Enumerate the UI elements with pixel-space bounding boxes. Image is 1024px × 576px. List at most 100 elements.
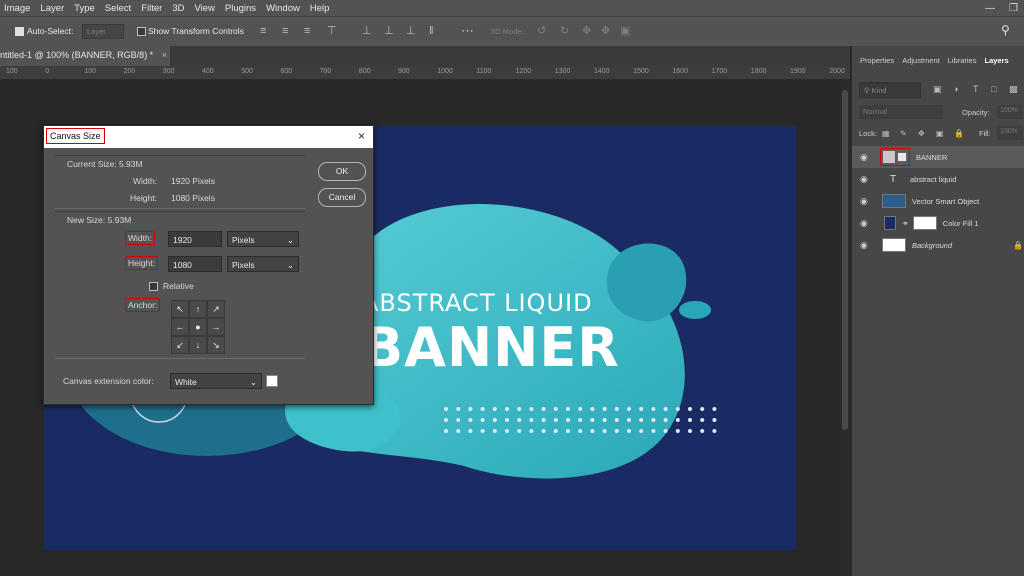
- pattern-dot: [614, 418, 619, 422]
- anchor-top-left-icon[interactable]: ↖: [171, 300, 189, 318]
- current-width-value: 1920 Pixels: [171, 176, 215, 186]
- distribute-bottom-icon[interactable]: ⊥: [406, 26, 416, 37]
- lock-artboard-icon[interactable]: ▣: [936, 128, 944, 139]
- anchor-top-icon[interactable]: ↑: [189, 300, 207, 318]
- document-tab-close-icon[interactable]: ×: [162, 50, 167, 60]
- pan-3d-icon[interactable]: ✥: [582, 26, 591, 37]
- menu-window[interactable]: Window: [266, 3, 300, 14]
- auto-select-checkbox[interactable]: [15, 27, 24, 36]
- cancel-button[interactable]: Cancel: [318, 188, 366, 207]
- filter-pixel-icon[interactable]: ▣: [933, 84, 942, 95]
- pattern-dot: [480, 407, 485, 411]
- align-center-icon[interactable]: ≡: [282, 26, 288, 37]
- menu-view[interactable]: View: [194, 3, 214, 14]
- menu-3d[interactable]: 3D: [172, 3, 184, 14]
- fill-input[interactable]: 100%: [997, 126, 1023, 140]
- height-unit-dropdown[interactable]: Pixels ⌄: [227, 256, 299, 272]
- visibility-eye-icon[interactable]: ◉: [860, 196, 874, 207]
- menu-image[interactable]: Image: [4, 3, 30, 14]
- scrollbar-thumb[interactable]: [842, 90, 848, 430]
- slide-3d-icon[interactable]: ✥: [601, 26, 610, 37]
- pattern-dot: [505, 429, 509, 433]
- distribute-horizontal-icon[interactable]: ‖: [429, 26, 434, 37]
- layer-kind-filter[interactable]: ⚲ Kind: [859, 82, 921, 98]
- width-unit-dropdown[interactable]: Pixels ⌄: [227, 231, 299, 247]
- tab-libraries[interactable]: Libraries: [948, 56, 977, 72]
- anchor-right-icon[interactable]: →: [207, 318, 225, 336]
- width-input[interactable]: 1920: [168, 231, 222, 247]
- filter-type-icon[interactable]: T: [973, 84, 979, 95]
- visibility-eye-icon[interactable]: ◉: [860, 218, 874, 229]
- layer-row-abstract-liquid[interactable]: ◉ T abstract liquid: [852, 168, 1024, 190]
- anchor-center-icon[interactable]: ●: [189, 318, 207, 336]
- tab-layers[interactable]: Layers: [984, 56, 1008, 72]
- pattern-dot: [444, 429, 448, 433]
- extension-color-dropdown[interactable]: White ⌄: [170, 373, 262, 389]
- extension-color-label: Canvas extension color:: [63, 376, 154, 386]
- menu-select[interactable]: Select: [105, 3, 131, 14]
- tab-adjustment[interactable]: Adjustment: [902, 56, 940, 72]
- pattern-dot: [492, 418, 497, 422]
- layer-thumbnail: [882, 194, 906, 208]
- menu-type[interactable]: Type: [74, 3, 95, 14]
- roll-3d-icon[interactable]: ↻: [560, 26, 569, 37]
- distribute-middle-icon[interactable]: ⊥: [384, 26, 394, 37]
- restore-icon[interactable]: ❐: [1009, 3, 1018, 14]
- menu-bar: Image Layer Type Select Filter 3D View P…: [0, 0, 1024, 16]
- transform-controls-checkbox[interactable]: [137, 27, 146, 36]
- height-label: Height:: [125, 256, 158, 270]
- search-icon[interactable]: ⚲: [1001, 24, 1010, 36]
- layer-row-color-fill[interactable]: ◉ ⚭ Color Fill 1: [852, 212, 1024, 234]
- menu-filter[interactable]: Filter: [141, 3, 162, 14]
- filter-shape-icon[interactable]: □: [991, 84, 996, 95]
- height-input[interactable]: 1080: [168, 256, 222, 272]
- pattern-dot: [602, 407, 607, 411]
- opacity-input[interactable]: 100%: [997, 105, 1023, 119]
- lock-position-icon[interactable]: ✥: [918, 128, 925, 139]
- lock-all-icon[interactable]: 🔒: [954, 128, 964, 139]
- anchor-left-icon[interactable]: ←: [171, 318, 189, 336]
- layer-name: abstract liquid: [910, 174, 957, 184]
- pattern-dot: [480, 429, 485, 433]
- anchor-top-right-icon[interactable]: ↗: [207, 300, 225, 318]
- lock-image-icon[interactable]: ✎: [900, 128, 907, 139]
- scale-3d-icon[interactable]: ▣: [620, 26, 630, 37]
- filter-smart-object-icon[interactable]: ▩: [1009, 84, 1018, 95]
- anchor-bottom-right-icon[interactable]: ↘: [207, 336, 225, 354]
- filter-adjustment-icon[interactable]: ◑: [953, 84, 958, 95]
- lock-transparent-icon[interactable]: ▦: [882, 128, 890, 139]
- more-options-icon[interactable]: ⋯: [461, 24, 474, 37]
- ok-button[interactable]: OK: [318, 162, 366, 181]
- menu-plugins[interactable]: Plugins: [225, 3, 256, 14]
- relative-checkbox[interactable]: [149, 282, 158, 291]
- align-left-icon[interactable]: ≡: [260, 26, 266, 37]
- menu-help[interactable]: Help: [310, 3, 330, 14]
- orbit-3d-icon[interactable]: ↺: [537, 26, 546, 37]
- tab-properties[interactable]: Properties: [860, 56, 894, 72]
- extension-color-swatch[interactable]: [266, 375, 278, 387]
- anchor-label: Anchor:: [125, 298, 161, 312]
- align-top-icon[interactable]: ⊤: [327, 26, 337, 37]
- pattern-dot: [517, 418, 522, 422]
- visibility-eye-icon[interactable]: ◉: [860, 152, 874, 163]
- layer-row-vector-smart-object[interactable]: ◉ Vector Smart Object: [852, 190, 1024, 212]
- new-size-group: New Size: 5.93M Width: 1920 Pixels ⌄ Hei…: [55, 211, 305, 359]
- visibility-eye-icon[interactable]: ◉: [860, 174, 874, 185]
- pattern-dot: [468, 407, 473, 411]
- layer-row-banner[interactable]: ◉ BANNER: [852, 146, 1024, 168]
- fill-color-swatch: [884, 216, 896, 230]
- close-icon[interactable]: ×: [358, 129, 365, 143]
- pattern-dot: [529, 407, 534, 411]
- height-unit-value: Pixels: [232, 260, 255, 270]
- align-right-icon[interactable]: ≡: [304, 26, 310, 37]
- distribute-top-icon[interactable]: ⊥: [362, 26, 372, 37]
- visibility-eye-icon[interactable]: ◉: [860, 240, 874, 251]
- auto-select-dropdown[interactable]: Layer: [82, 24, 124, 39]
- anchor-bottom-icon[interactable]: ↓: [189, 336, 207, 354]
- document-tab[interactable]: ntitled-1 @ 100% (BANNER, RGB/8) * ×: [0, 46, 170, 66]
- minimize-icon[interactable]: —: [985, 3, 995, 14]
- anchor-bottom-left-icon[interactable]: ↙: [171, 336, 189, 354]
- layer-row-background[interactable]: ◉ Background 🔒: [852, 234, 1024, 256]
- blend-mode-dropdown[interactable]: Normal: [859, 105, 943, 119]
- menu-layer[interactable]: Layer: [40, 3, 64, 14]
